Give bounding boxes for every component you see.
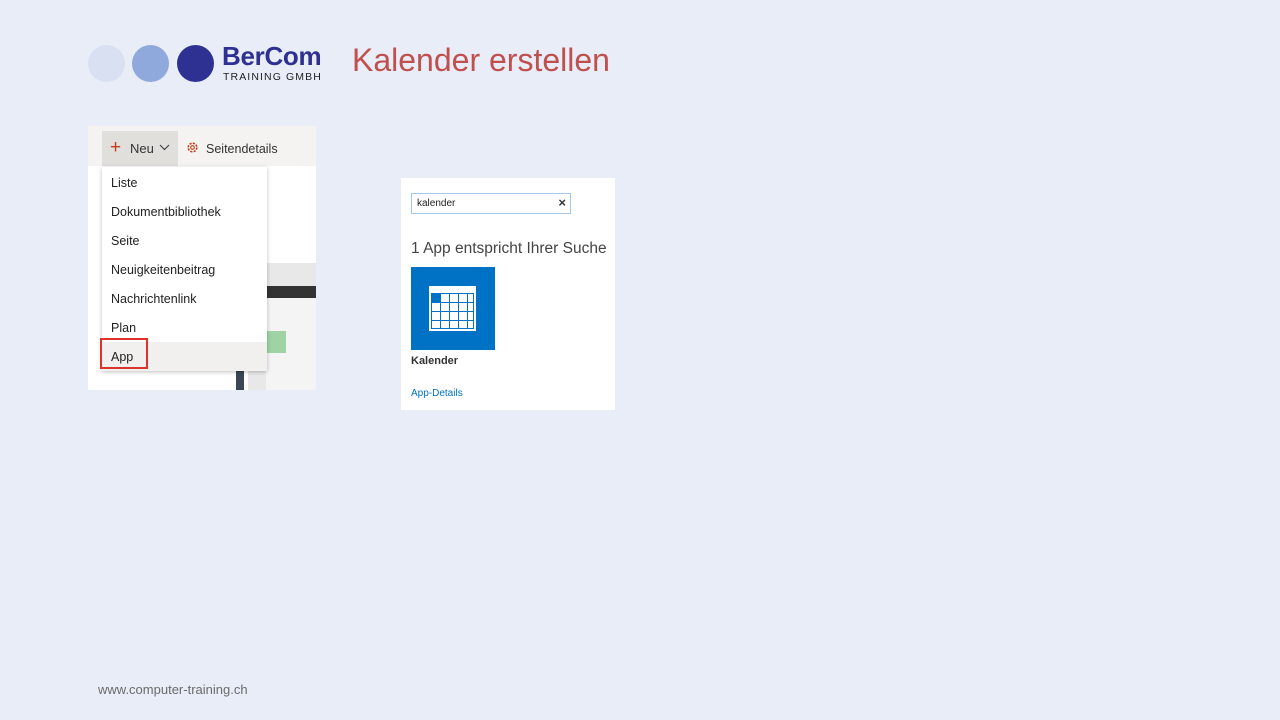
search-input[interactable]: kalender × (411, 193, 571, 214)
slide-title: Kalender erstellen (352, 42, 610, 78)
gear-icon (187, 142, 198, 153)
calendar-app-tile[interactable] (411, 267, 495, 350)
search-value: kalender (417, 198, 456, 209)
sharepoint-new-menu-screenshot: + Neu Seitendetails Liste Dokumentbiblio… (88, 126, 316, 390)
new-button-label: Neu (130, 141, 154, 156)
new-button[interactable]: + Neu (102, 131, 178, 166)
app-highlight-frame (100, 338, 148, 369)
logo-circle-light (88, 45, 125, 82)
app-name[interactable]: Kalender (411, 355, 458, 367)
bercom-logo: BerCom TRAINING GMBH (88, 41, 323, 84)
logo-subtitle: TRAINING GMBH (223, 71, 322, 83)
menu-item-liste[interactable]: Liste (111, 176, 137, 190)
page-details-button[interactable]: Seitendetails (206, 142, 278, 156)
command-bar: + Neu Seitendetails (88, 126, 316, 166)
menu-item-plan[interactable]: Plan (111, 321, 136, 335)
preview-header-bar (266, 286, 316, 298)
preview-image (266, 331, 286, 353)
chevron-down-icon (159, 144, 170, 151)
app-search-screenshot: kalender × 1 App entspricht Ihrer Suche … (401, 178, 615, 410)
menu-item-neuigkeitenbeitrag[interactable]: Neuigkeitenbeitrag (111, 263, 215, 277)
menu-item-nachrichtenlink[interactable]: Nachrichtenlink (111, 292, 196, 306)
logo-circle-dark (177, 45, 214, 82)
search-result-count: 1 App entspricht Ihrer Suche (411, 240, 607, 257)
new-dropdown-menu: Liste Dokumentbibliothek Seite Neuigkeit… (100, 167, 267, 371)
logo-brand: BerCom (222, 41, 322, 71)
logo-circle-mid (132, 45, 169, 82)
menu-item-seite[interactable]: Seite (111, 234, 140, 248)
footer-url: www.computer-training.ch (98, 682, 248, 697)
app-details-link[interactable]: App-Details (411, 388, 463, 399)
calendar-icon (429, 286, 476, 331)
plus-icon: + (110, 137, 122, 158)
menu-item-dokumentbibliothek[interactable]: Dokumentbibliothek (111, 205, 221, 219)
clear-icon[interactable]: × (558, 195, 566, 210)
